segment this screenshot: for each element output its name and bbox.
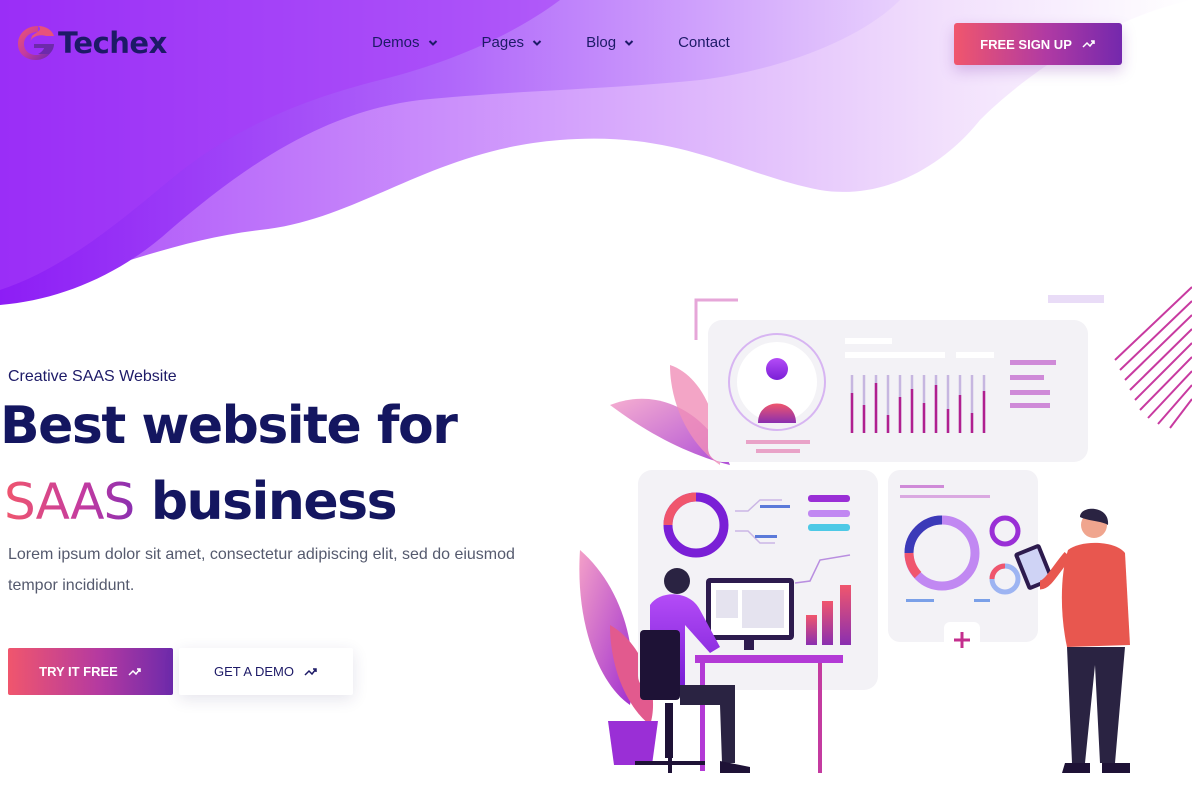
chevron-down-icon: [428, 39, 437, 46]
headline-line-1: Best website for: [0, 396, 458, 456]
trend-arrow-icon: [304, 667, 317, 676]
nav-item-pages[interactable]: Pages: [482, 34, 543, 51]
nav-item-blog[interactable]: Blog: [586, 34, 634, 51]
trend-arrow-icon: [128, 667, 141, 676]
chevron-down-icon: [624, 39, 634, 46]
signup-label: FREE SIGN UP: [980, 36, 1072, 52]
trend-arrow-icon: [1082, 40, 1095, 48]
swirl-logo-icon: [18, 26, 54, 60]
demo-label: GET A DEMO: [214, 664, 294, 679]
try-it-free-button[interactable]: TRY IT FREE: [8, 648, 173, 695]
nav-item-contact[interactable]: Contact: [678, 34, 730, 51]
headline-line-2-rest: business: [150, 472, 398, 532]
desk: [695, 655, 843, 663]
headline-line-2: SAAS business: [4, 473, 398, 531]
hero-tagline: Creative SAAS Website: [8, 368, 177, 385]
nav-item-demos[interactable]: Demos: [372, 34, 438, 51]
brand-logo[interactable]: Techex: [16, 22, 167, 64]
main-nav: Demos Pages Blog Contact: [372, 34, 774, 51]
free-signup-button[interactable]: FREE SIGN UP: [954, 23, 1122, 65]
try-label: TRY IT FREE: [39, 664, 118, 679]
nav-item-label: Contact: [678, 34, 730, 51]
nav-item-label: Pages: [481, 34, 525, 51]
saas-dashboard-illustration: [579, 286, 1192, 773]
nav-item-label: Blog: [586, 34, 617, 51]
hero-description: Lorem ipsum dolor sit amet, consectetur …: [8, 546, 515, 594]
get-a-demo-button[interactable]: GET A DEMO: [179, 648, 353, 695]
diagonal-lines-decor: [1114, 286, 1192, 429]
standing-person: [1061, 542, 1130, 647]
nav-item-label: Demos: [372, 34, 420, 51]
brand-name: Techex: [58, 26, 167, 60]
chevron-down-icon: [532, 39, 542, 46]
top-right-bar-decor: [1048, 295, 1104, 303]
plant-pot: [608, 721, 658, 765]
headline-accent-word: SAAS: [4, 473, 135, 531]
